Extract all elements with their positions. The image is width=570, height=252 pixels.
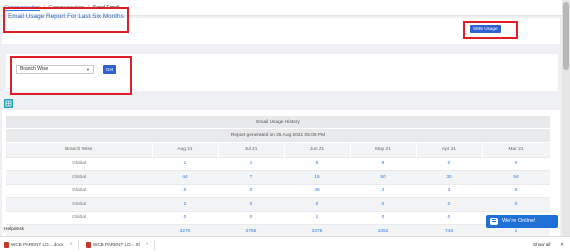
count-link[interactable]: 2 <box>350 183 416 198</box>
file-icon <box>4 242 9 248</box>
branch-cell: Global <box>6 210 152 225</box>
download-item[interactable]: WCB PARENT LO....docx ^ <box>2 240 79 250</box>
count-link[interactable]: 1 <box>218 156 284 171</box>
count-link[interactable]: 0 <box>218 197 284 211</box>
count-link[interactable]: 54 <box>482 170 550 184</box>
page-title: Email Usage Report For Last Six Months <box>3 7 129 33</box>
count-link[interactable]: 30 <box>416 170 482 184</box>
close-icon[interactable]: ✕ <box>560 240 564 250</box>
email-usage-report: Email Usage History Report generated on … <box>6 116 551 238</box>
usage-table: Branch Wise Aug 21 Jul 21 Jun 21 May 21 … <box>6 143 551 238</box>
download-item[interactable]: WCB PARENT LO....rtf ^ <box>84 240 156 250</box>
branch-cell: Global <box>6 197 152 211</box>
count-link[interactable]: 46 <box>284 183 350 198</box>
chat-bubble-icon <box>490 218 498 225</box>
report-type-value: Branch Wise <box>20 66 49 72</box>
count-link[interactable]: 1 <box>152 156 218 171</box>
count-link[interactable]: 0 <box>416 156 482 171</box>
count-link[interactable]: 1 <box>284 210 350 225</box>
column-header: Apr 21 <box>416 143 483 157</box>
branch-cell: Global <box>6 170 152 184</box>
vertical-scrollbar[interactable] <box>562 0 570 236</box>
count-link[interactable]: 0 <box>350 210 416 225</box>
column-header: Jun 21 <box>284 143 351 157</box>
count-link[interactable]: 0 <box>482 197 550 211</box>
download-filename: WCB PARENT LO....docx <box>11 242 64 247</box>
count-link[interactable]: 0 <box>482 156 550 171</box>
table-header-row: Branch Wise Aug 21 Jul 21 Jun 21 May 21 … <box>6 143 551 157</box>
chevron-up-icon[interactable]: ^ <box>70 242 72 247</box>
report-subtitle: Report generated on 25 Aug 2021 05:09 PM <box>6 129 550 143</box>
count-link[interactable]: 0 <box>416 197 482 211</box>
column-header: May 21 <box>350 143 417 157</box>
count-link[interactable]: 44 <box>152 170 218 184</box>
column-header: Aug 21 <box>152 143 219 157</box>
count-link[interactable]: 8 <box>350 156 416 171</box>
count-link[interactable]: 6 <box>284 156 350 171</box>
count-link[interactable]: 0 <box>416 210 482 225</box>
count-link[interactable]: 0 <box>482 183 550 198</box>
column-header: Jul 21 <box>218 143 285 157</box>
count-link[interactable]: 0 <box>218 210 284 225</box>
table-row: Global 0 0 46 2 3 0 <box>6 183 550 198</box>
table-row: Global 44 7 15 50 30 54 <box>6 170 550 184</box>
branch-cell: Global <box>6 156 152 171</box>
chat-widget-button[interactable]: We're Online! <box>486 215 558 228</box>
sms-usage-highlight: SMS Usage <box>463 21 518 39</box>
column-header: Mar 21 <box>482 143 551 157</box>
count-link[interactable]: 0 <box>350 197 416 211</box>
count-link[interactable]: 7 <box>218 170 284 184</box>
page-title-text: Email Usage Report For Last Six Months <box>8 13 124 20</box>
count-link[interactable]: 0 <box>218 183 284 198</box>
show-all-link[interactable]: Show all <box>533 240 550 250</box>
column-header: Branch Wise <box>6 143 153 157</box>
chat-label: We're Online! <box>502 218 536 224</box>
download-filename: WCB PARENT LO....rtf <box>93 242 140 247</box>
filter-highlight: Branch Wise ▼ Get <box>10 56 132 95</box>
count-link[interactable]: 15 <box>284 170 350 184</box>
count-link[interactable]: 2 <box>152 197 218 211</box>
report-title: Email Usage History <box>6 116 550 129</box>
count-link[interactable]: 0 <box>284 197 350 211</box>
download-bar: WCB PARENT LO....docx ^ WCB PARENT LO...… <box>0 236 570 252</box>
count-link[interactable]: 0 <box>152 183 218 198</box>
table-row: Global 0 0 1 0 0 0 <box>6 210 550 225</box>
chevron-up-icon[interactable]: ^ <box>146 242 148 247</box>
count-link[interactable]: 0 <box>152 210 218 225</box>
scrollbar-thumb[interactable] <box>563 2 569 70</box>
table-row: Global 2 0 0 0 0 0 <box>6 197 550 211</box>
report-type-select[interactable]: Branch Wise ▼ <box>16 65 94 74</box>
file-icon <box>86 242 91 248</box>
count-link[interactable]: 50 <box>350 170 416 184</box>
count-link[interactable]: 3 <box>416 183 482 198</box>
excel-export-icon[interactable] <box>4 99 13 108</box>
chevron-down-icon: ▼ <box>86 67 90 72</box>
table-row: Global 1 1 6 8 0 0 <box>6 156 550 171</box>
sms-usage-button[interactable]: SMS Usage <box>470 25 501 33</box>
branch-cell: Global <box>6 183 152 198</box>
get-button[interactable]: Get <box>103 65 116 74</box>
helpdesk-tab[interactable]: Helpdesk <box>2 226 26 233</box>
